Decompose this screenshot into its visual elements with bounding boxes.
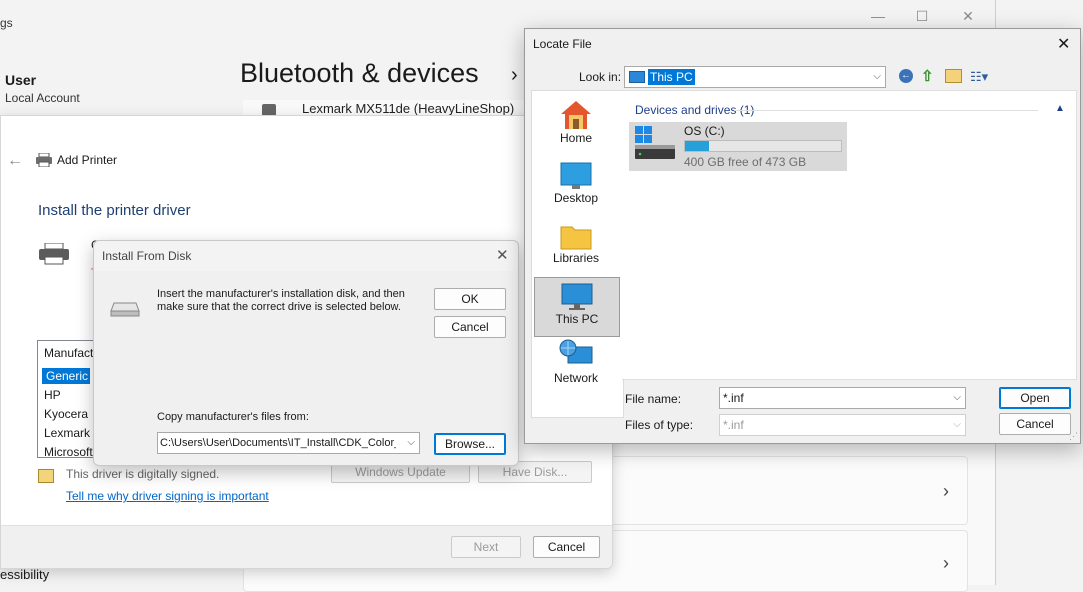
nav-item-accessibility[interactable]: essibility — [0, 567, 49, 582]
drive-item-os-c[interactable]: OS (C:) 400 GB free of 473 GB — [629, 122, 847, 171]
files-of-type-value[interactable]: *.inf — [723, 415, 744, 435]
view-menu-icon[interactable]: ☷▾ — [970, 69, 988, 85]
look-in-combobox[interactable]: This PC ⌵ — [624, 66, 886, 88]
signed-status-text: This driver is digitally signed. — [66, 467, 220, 481]
next-button[interactable]: Next — [451, 536, 521, 558]
printer-icon — [36, 152, 52, 170]
close-button[interactable]: ✕ — [958, 6, 978, 26]
wizard-footer: Next Cancel — [1, 525, 612, 568]
user-account-type: Local Account — [5, 91, 80, 105]
path-value[interactable]: C:\Users\User\Documents\IT_Install\CDK_C… — [160, 433, 396, 453]
this-pc-icon — [561, 283, 593, 310]
libraries-icon — [560, 226, 592, 250]
breadcrumb-separator: › — [511, 64, 518, 86]
chevron-up-icon[interactable]: ▲ — [1055, 103, 1065, 114]
files-of-type-label: Files of type: — [625, 418, 694, 432]
place-label: This PC — [555, 312, 599, 326]
settings-app-title: gs — [0, 16, 13, 30]
manufacturer-column-header[interactable]: Manufactu — [44, 346, 100, 360]
list-item[interactable]: Generic — [42, 368, 90, 384]
file-name-combobox[interactable]: *.inf ⌵ — [719, 387, 966, 409]
desktop-icon — [560, 162, 592, 189]
place-home[interactable]: Home — [534, 97, 618, 155]
back-arrow-icon[interactable]: ← — [7, 152, 23, 170]
open-button[interactable]: Open — [999, 387, 1071, 409]
chevron-down-icon[interactable]: ⌵ — [873, 67, 881, 87]
network-icon — [559, 339, 593, 364]
list-item[interactable]: Microsoft — [44, 445, 93, 457]
printer-icon — [39, 242, 69, 268]
copy-from-label: Copy manufacturer's files from: — [157, 411, 309, 423]
chevron-right-icon: › — [943, 553, 949, 573]
chevron-right-icon: › — [943, 481, 949, 501]
browse-button[interactable]: Browse... — [434, 433, 506, 455]
places-bar: Home Desktop Libraries This PC Network — [531, 90, 624, 418]
cancel-button[interactable]: Cancel — [434, 316, 506, 338]
look-in-value[interactable]: This PC — [648, 69, 695, 85]
up-folder-icon[interactable]: ⇧ — [921, 67, 934, 85]
certificate-icon — [38, 469, 54, 483]
driver-signing-link[interactable]: Tell me why driver signing is important — [66, 489, 269, 503]
close-icon[interactable]: ✕ — [1057, 34, 1070, 54]
cancel-button[interactable]: Cancel — [533, 536, 600, 558]
manufacturer-list[interactable]: Manufactu Generic HP Kyocera Lexmark Mic… — [37, 340, 101, 458]
place-this-pc[interactable]: This PC — [534, 277, 620, 337]
close-icon[interactable]: ✕ — [496, 246, 509, 264]
group-divider — [734, 110, 1038, 111]
list-item[interactable]: HP — [44, 388, 61, 402]
user-name: User — [5, 72, 37, 88]
file-name-label: File name: — [625, 392, 682, 406]
place-libraries[interactable]: Libraries — [534, 217, 618, 275]
locate-file-dialog: Locate File ✕ Look in: This PC ⌵ ← ⇧ ☷▾ … — [524, 28, 1081, 444]
ok-button[interactable]: OK — [434, 288, 506, 310]
dialog-titlebar: Install From Disk ✕ — [94, 241, 518, 271]
place-label: Home — [559, 131, 592, 145]
disk-drive-icon — [110, 301, 140, 320]
this-pc-icon — [629, 71, 645, 83]
install-from-disk-dialog: Install From Disk ✕ Insert the manufactu… — [93, 240, 519, 466]
place-label: Desktop — [553, 191, 599, 205]
home-icon — [561, 101, 591, 129]
dialog-title: Install From Disk — [102, 249, 192, 263]
wizard-heading: Install the printer driver — [38, 202, 191, 219]
list-item[interactable]: Lexmark — [44, 426, 90, 440]
maximize-button[interactable]: ☐ — [912, 6, 932, 26]
drive-usage-fill — [685, 141, 710, 151]
path-combobox[interactable]: C:\Users\User\Documents\IT_Install\CDK_C… — [157, 432, 420, 454]
drive-free-space: 400 GB free of 473 GB — [684, 155, 807, 169]
drive-usage-bar — [684, 140, 842, 152]
dialog-message: Insert the manufacturer's installation d… — [157, 288, 405, 313]
new-folder-icon[interactable] — [945, 69, 962, 83]
chevron-down-icon[interactable]: ⌵ — [953, 415, 961, 435]
file-list[interactable]: Devices and drives (1) ▲ OS (C:) 400 GB … — [622, 90, 1077, 380]
page-title: Bluetooth & devices — [240, 58, 479, 88]
file-name-value[interactable]: *.inf — [723, 388, 744, 408]
resize-grip-icon[interactable]: ⋰ — [1069, 431, 1078, 442]
place-desktop[interactable]: Desktop — [534, 157, 618, 215]
wizard-title: Add Printer — [57, 153, 118, 167]
place-label: Libraries — [552, 251, 600, 265]
drive-name: OS (C:) — [684, 124, 725, 138]
printer-row-name[interactable]: Lexmark MX511de (HeavyLineShop) — [302, 101, 514, 116]
back-icon[interactable]: ← — [899, 69, 913, 83]
files-of-type-combobox[interactable]: *.inf ⌵ — [719, 414, 966, 436]
look-in-label: Look in: — [579, 70, 622, 84]
chevron-down-icon[interactable]: ⌵ — [407, 433, 415, 453]
windows-drive-icon — [635, 126, 675, 159]
list-item[interactable]: Kyocera — [44, 407, 88, 421]
cancel-button[interactable]: Cancel — [999, 413, 1071, 435]
place-network[interactable]: Network — [534, 337, 618, 395]
minimize-button[interactable]: — — [868, 6, 888, 26]
place-label: Network — [553, 371, 598, 385]
chevron-down-icon[interactable]: ⌵ — [953, 388, 961, 408]
dialog-title: Locate File — [533, 37, 592, 51]
